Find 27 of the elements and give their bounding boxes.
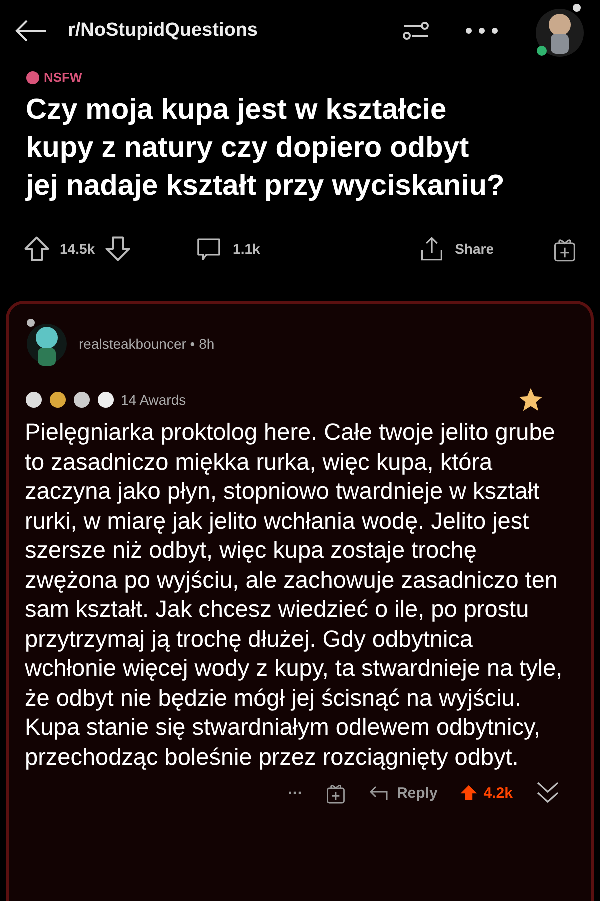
post-title: Czy moja kupa jest w kształcie kupy z natury czy dopiero odbyt jej nadaje kształt przy wyciskaniu? <box>26 93 506 204</box>
reply-button[interactable]: Reply <box>368 784 438 802</box>
share-button[interactable]: Share <box>419 235 494 263</box>
award-icon <box>25 391 43 409</box>
awards-count: 14 Awards <box>121 392 186 408</box>
sliders-icon[interactable] <box>402 19 430 43</box>
subreddit-name[interactable]: r/NoStupidQuestions <box>68 20 390 42</box>
comment-count: 1.1k <box>233 241 262 257</box>
vote-count: 14.5k <box>60 241 96 257</box>
upvote-icon[interactable] <box>22 234 52 264</box>
star-icon <box>517 386 545 414</box>
nsfw-tag: NSFW <box>0 62 600 87</box>
award-icon <box>49 391 67 409</box>
reply-icon <box>368 785 389 801</box>
comment-text: Pielęgniarka proktolog here. Całe twoje jelito grube to zasadniczo miękka rurka, więc kupa, która zaczyna jako płyn, stopniowo twardnieje w kształt rurki, w miarę jak jelito wchłania wodę. Jelito jest szersze niż odbyt, więc kupa zostaje trochę zwężona po wyjściu, ale zachowuje zasadniczo ten sam kształt. Jak chcesz wiedzieć o ile, po prostu przytrzymaj ją trochę dłużej. Gdy odbytnica wchłonie więcej wody z kupy, ta stwardnieje na tyle, że odbyt nie będzie mógł jej ścisnąć na wyjściu. Kupa stanie się stwardniałym odlewem odbytnicy, przechodząc boleśnie przez rozciągnięty odbyt. <box>25 418 564 772</box>
more-options-icon[interactable] <box>464 26 500 36</box>
comment-meta: realsteakbouncer • 8h <box>79 336 215 352</box>
upvote-icon[interactable] <box>460 783 478 803</box>
more-options[interactable]: ··· <box>288 784 303 802</box>
collapse-icon[interactable] <box>535 780 561 806</box>
vote-count: 4.2k <box>484 784 513 802</box>
share-icon <box>419 235 446 263</box>
award-icon <box>97 391 115 409</box>
award-icon <box>73 391 91 409</box>
avatar-icon[interactable] <box>534 3 586 59</box>
back-arrow-icon[interactable] <box>14 19 48 43</box>
nsfw-icon <box>26 70 40 84</box>
